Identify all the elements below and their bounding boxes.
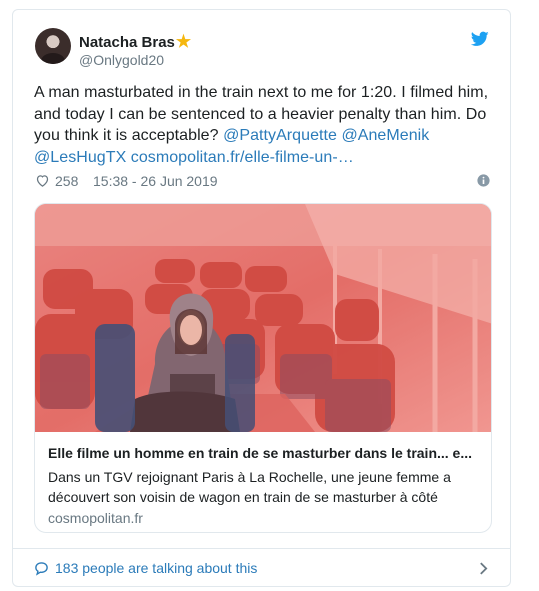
mention-patty-arquette[interactable]: @PattyArquette <box>223 127 337 144</box>
display-name-text: Natacha Bras <box>79 34 175 51</box>
tweet-meta: 258 15:38 - 26 Jun 2019 <box>35 172 493 192</box>
heart-icon[interactable] <box>35 173 50 188</box>
info-icon[interactable] <box>477 174 490 187</box>
tweet-footer[interactable]: 183 people are talking about this <box>13 548 510 587</box>
mention-ane-menik[interactable]: @AneMenik <box>341 127 429 144</box>
talking-about-link[interactable]: 183 people are talking about this <box>55 560 257 576</box>
tweet-card: Natacha Bras★ @Onlygold20 A man masturba… <box>12 9 511 587</box>
card-image <box>35 204 491 432</box>
tweet-text: A man masturbated in the train next to m… <box>34 82 496 168</box>
tweet-link[interactable]: cosmopolitan.fr/elle-filme-un-… <box>131 149 354 166</box>
like-count[interactable]: 258 <box>55 173 78 189</box>
mention-les-hug-tx[interactable]: @LesHugTX <box>34 149 126 166</box>
link-preview-card[interactable]: Elle filme un homme en train de se mastu… <box>34 203 492 533</box>
card-description: Dans un TGV rejoignant Paris à La Rochel… <box>48 469 451 505</box>
star-icon: ★ <box>175 32 192 51</box>
avatar[interactable] <box>35 28 71 64</box>
display-name[interactable]: Natacha Bras★ <box>79 32 191 52</box>
twitter-bird-icon[interactable] <box>471 31 489 47</box>
chevron-right-icon[interactable] <box>479 561 488 576</box>
card-title[interactable]: Elle filme un homme en train de se mastu… <box>48 445 480 461</box>
timestamp[interactable]: 15:38 - 26 Jun 2019 <box>93 173 218 189</box>
user-handle[interactable]: @Onlygold20 <box>79 52 164 68</box>
speech-bubble-icon <box>35 562 48 576</box>
card-domain: cosmopolitan.fr <box>48 510 143 526</box>
